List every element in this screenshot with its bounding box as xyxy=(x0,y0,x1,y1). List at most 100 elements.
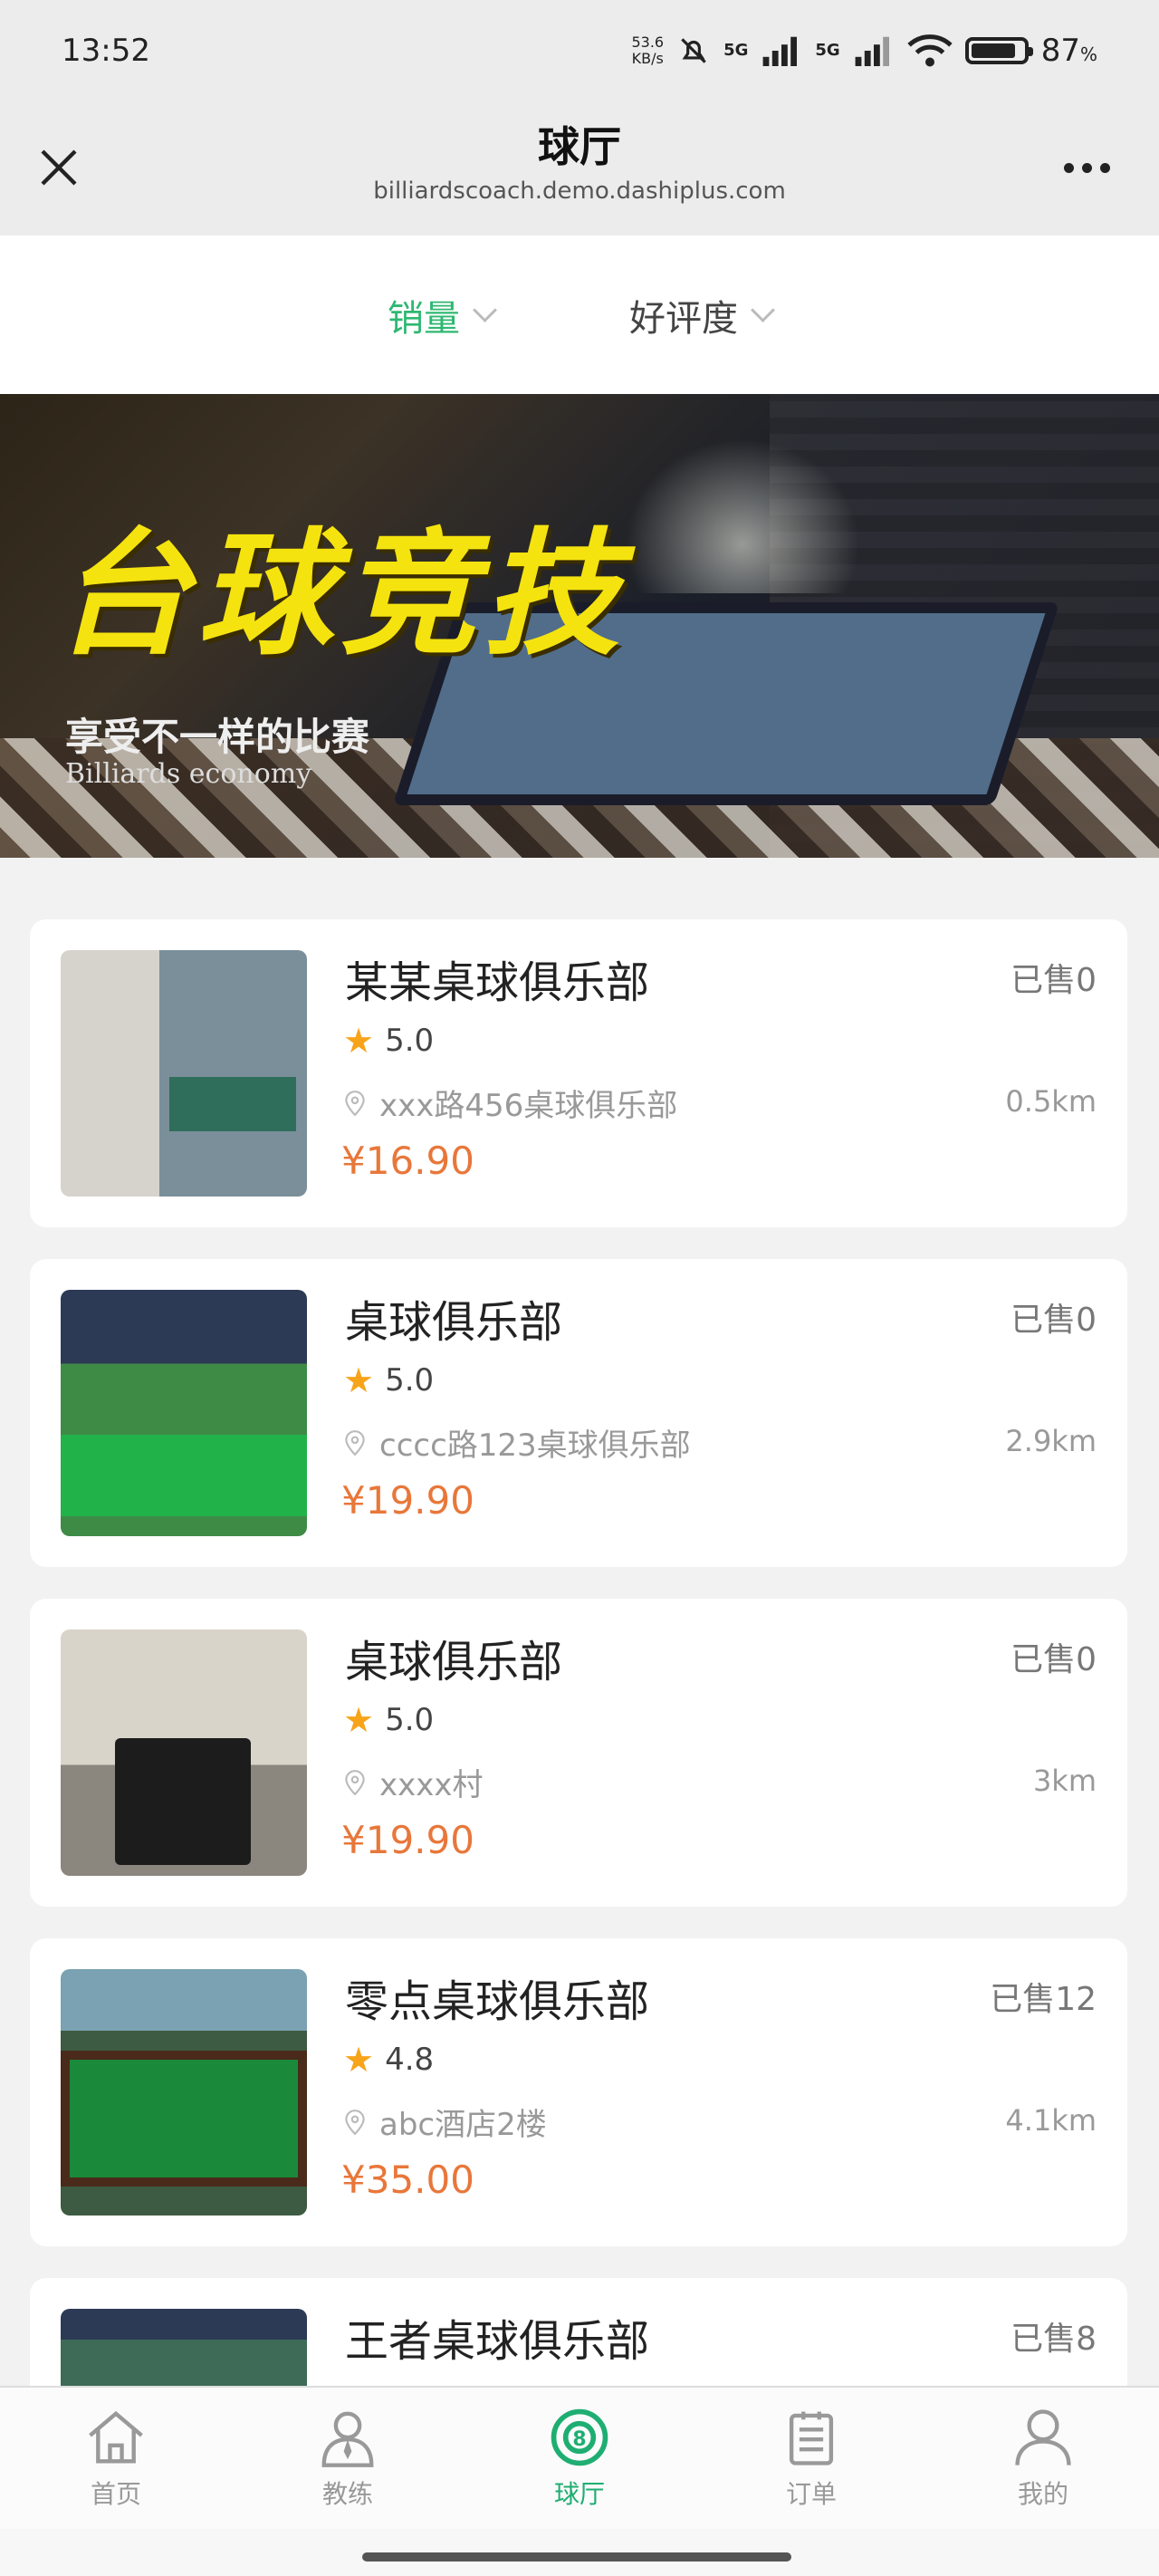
promo-banner[interactable]: 台球竞技 享受不一样的比赛 Billiards economy xyxy=(0,394,1159,858)
location-pin-icon xyxy=(345,1769,365,1795)
signal-5g-label-2: 5G xyxy=(815,41,840,60)
club-photo xyxy=(61,950,307,1197)
address-text: xxxx村 xyxy=(379,1767,484,1803)
star-icon: ★ xyxy=(343,2040,375,2080)
status-bar: 13:52 53.6 KB/s 5G 5G 87% xyxy=(0,0,1159,101)
banner-title: 台球竞技 xyxy=(54,514,627,674)
page-title: 球厅 xyxy=(538,122,621,171)
location-pin-icon xyxy=(345,1090,365,1116)
club-address: cccc路123桌球俱乐部 xyxy=(343,1420,691,1465)
tab-coach[interactable]: 教练 xyxy=(232,2388,464,2531)
banner-lights-graphic xyxy=(616,430,869,593)
star-icon: ★ xyxy=(343,1700,375,1740)
club-distance: 4.1km xyxy=(1005,2103,1097,2138)
club-distance: 0.5km xyxy=(1005,1084,1097,1119)
location-pin-icon xyxy=(345,1429,365,1456)
rating-value: 5.0 xyxy=(385,1023,435,1059)
chevron-down-icon xyxy=(473,298,497,322)
rating-value: 5.0 xyxy=(385,1362,435,1399)
signal-bars-icon xyxy=(763,36,798,66)
battery-icon xyxy=(964,37,1033,64)
sold-count: 已售12 xyxy=(990,1981,1097,2018)
tab-billiard-hall[interactable]: 8 球厅 xyxy=(464,2388,695,2531)
wifi-icon xyxy=(907,34,953,67)
banner-subtitle-en: Billiards economy xyxy=(65,758,312,790)
club-photo xyxy=(61,1629,307,1876)
club-name: 桌球俱乐部 xyxy=(345,1637,563,1687)
signal-bars-icon-2 xyxy=(855,36,889,66)
tab-billiard-hall-label: 球厅 xyxy=(553,2479,605,2509)
order-icon xyxy=(789,2411,834,2465)
more-dot xyxy=(1099,162,1110,173)
club-price: ¥19.90 xyxy=(341,1818,474,1862)
sold-count: 已售0 xyxy=(1011,1302,1097,1339)
nav-bar: 球厅 billiardscoach.demo.dashiplus.com xyxy=(0,101,1159,235)
status-time: 13:52 xyxy=(62,33,150,69)
location-pin-icon xyxy=(345,2109,365,2135)
club-address: abc酒店2楼 xyxy=(343,2100,547,2144)
tab-profile[interactable]: 我的 xyxy=(927,2388,1159,2531)
chevron-down-icon xyxy=(751,298,775,322)
status-icons: 53.6 KB/s 5G 5G 87% xyxy=(631,33,1097,69)
banner-subtitle: 享受不一样的比赛 xyxy=(65,715,370,759)
rating-value: 4.8 xyxy=(385,2042,435,2078)
club-price: ¥16.90 xyxy=(341,1139,474,1183)
svg-text:8: 8 xyxy=(572,2428,586,2451)
club-address: xxx路456桌球俱乐部 xyxy=(343,1081,677,1125)
more-options-button[interactable] xyxy=(1050,145,1123,190)
sold-count: 已售8 xyxy=(1011,2321,1097,2358)
tab-orders-label: 订单 xyxy=(785,2479,837,2509)
signal-5g-label-1: 5G xyxy=(723,41,749,60)
coach-icon xyxy=(321,2411,374,2467)
club-rating: ★ 5.0 xyxy=(343,1700,434,1740)
sort-by-rating[interactable]: 好评度 xyxy=(629,289,775,341)
more-dot xyxy=(1063,162,1074,173)
star-icon: ★ xyxy=(343,1360,375,1400)
club-photo xyxy=(61,1290,307,1536)
address-text: abc酒店2楼 xyxy=(379,2107,547,2143)
club-card[interactable]: 桌球俱乐部 已售0 ★ 5.0 cccc路123桌球俱乐部 2.9km ¥19.… xyxy=(30,1259,1127,1567)
address-text: xxx路456桌球俱乐部 xyxy=(379,1088,678,1124)
sort-filter-bar: 销量 好评度 xyxy=(0,235,1159,394)
club-rating: ★ 4.8 xyxy=(343,2040,434,2080)
home-gesture-bar[interactable] xyxy=(362,2552,791,2562)
club-rating: ★ 5.0 xyxy=(343,1021,434,1061)
bottom-tab-bar: 首页 教练 8 球厅 订单 我的 xyxy=(0,2386,1159,2531)
star-icon: ★ xyxy=(343,1021,375,1061)
mute-bell-icon xyxy=(681,38,706,63)
tab-profile-label: 我的 xyxy=(1017,2479,1068,2509)
sort-by-sales[interactable]: 销量 xyxy=(388,289,497,341)
tab-orders[interactable]: 订单 xyxy=(695,2388,927,2531)
club-price: ¥19.90 xyxy=(341,1478,474,1523)
battery-percent: 87% xyxy=(1040,33,1097,69)
club-card[interactable]: 零点桌球俱乐部 已售12 ★ 4.8 abc酒店2楼 4.1km ¥35.00 xyxy=(30,1938,1127,2246)
tab-home[interactable]: 首页 xyxy=(0,2388,232,2531)
club-card[interactable]: 王者桌球俱乐部 已售8 xyxy=(30,2278,1127,2386)
club-photo xyxy=(61,1969,307,2216)
tab-coach-label: 教练 xyxy=(321,2479,373,2509)
club-card[interactable]: 某某桌球俱乐部 已售0 ★ 5.0 xxx路456桌球俱乐部 0.5km ¥16… xyxy=(30,919,1127,1227)
club-address: xxxx村 xyxy=(343,1760,483,1804)
battery-level-fill xyxy=(971,43,1016,58)
rating-value: 5.0 xyxy=(385,1702,435,1738)
profile-icon xyxy=(1015,2409,1071,2465)
sort-by-rating-label: 好评度 xyxy=(629,297,738,340)
tab-home-label: 首页 xyxy=(90,2479,141,2509)
home-icon xyxy=(89,2410,143,2464)
club-name: 零点桌球俱乐部 xyxy=(345,1976,650,2027)
club-rating: ★ 5.0 xyxy=(343,1360,434,1400)
club-name: 桌球俱乐部 xyxy=(345,1297,563,1348)
club-name: 王者桌球俱乐部 xyxy=(345,2316,650,2367)
club-price: ¥35.00 xyxy=(341,2158,474,2202)
address-text: cccc路123桌球俱乐部 xyxy=(379,1427,691,1464)
billiard-ball-icon: 8 xyxy=(551,2408,608,2466)
club-name: 某某桌球俱乐部 xyxy=(345,957,650,1008)
club-card[interactable]: 桌球俱乐部 已售0 ★ 5.0 xxxx村 3km ¥19.90 xyxy=(30,1599,1127,1907)
sold-count: 已售0 xyxy=(1011,962,1097,999)
page-url: billiardscoach.demo.dashiplus.com xyxy=(373,178,786,205)
network-speed: 53.6 KB/s xyxy=(631,34,665,67)
more-dot xyxy=(1081,162,1092,173)
club-distance: 3km xyxy=(1032,1764,1097,1798)
gesture-area xyxy=(0,2529,1159,2576)
club-distance: 2.9km xyxy=(1005,1424,1097,1458)
